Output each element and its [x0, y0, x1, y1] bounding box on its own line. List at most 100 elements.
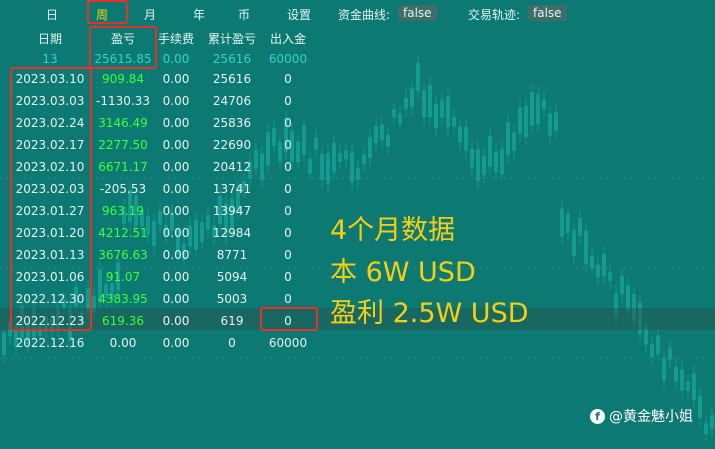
cumulative-cell: 0 [228, 336, 236, 350]
pnl-cell: 4383.95 [98, 292, 148, 306]
pnl-cell: -1130.33 [96, 94, 150, 108]
candle-body [446, 96, 450, 128]
active-tab-highlight-box [87, 0, 128, 24]
funds-curve-label: 资金曲线: [338, 8, 391, 22]
candle-body [494, 151, 498, 173]
candle-body [572, 229, 576, 257]
candle-body [656, 335, 660, 355]
date-cell: 2022.12.16 [15, 336, 85, 350]
cumulative-cell: 12984 [212, 226, 252, 240]
candle-body [326, 153, 330, 184]
candle-body [464, 127, 468, 151]
flow-cell: 0 [284, 94, 292, 108]
candle-body [668, 347, 672, 360]
candle-body [488, 135, 492, 167]
candle-body [338, 152, 342, 162]
candle-body [476, 149, 480, 181]
candle-body [344, 150, 348, 160]
candle-body [512, 132, 516, 151]
column-header: 日期 [37, 32, 62, 46]
candle-body [584, 230, 588, 265]
column-header: 手续费 [157, 32, 194, 46]
column-header: 出入金 [269, 32, 306, 46]
cumulative-cell: 25836 [212, 116, 252, 130]
cumulative-cell: 20412 [212, 160, 252, 174]
candle-body [392, 109, 396, 118]
candle-body [560, 208, 564, 237]
pnl-cell: 2277.50 [98, 138, 148, 152]
candle-body [440, 100, 444, 118]
fee-cell: 0.00 [162, 336, 190, 350]
candle-body [332, 143, 336, 173]
fee-cell: 0.00 [162, 204, 190, 218]
trade-track-label: 交易轨迹: [468, 8, 521, 22]
tab-coin[interactable]: 币 [238, 6, 250, 23]
fee-cell: 0.00 [162, 226, 190, 240]
candle-body [404, 97, 408, 109]
annotation-line-3: 盈利 2.5W USD [330, 298, 529, 329]
candle-body [596, 264, 600, 277]
fee-cell: 0.00 [162, 292, 190, 306]
candle-body [470, 149, 474, 167]
cumulative-cell: 13947 [212, 204, 252, 218]
flow-cell: 0 [284, 72, 292, 86]
candle-body [500, 148, 504, 175]
fee-cell: 0.00 [162, 160, 190, 174]
trade-track-toggle[interactable]: false [528, 5, 567, 21]
candle-body [416, 63, 420, 91]
cumulative-cell: 22690 [212, 138, 252, 152]
settings-button[interactable]: 设置 [287, 6, 311, 23]
candle-body [548, 113, 552, 136]
pnl-cell: 91.07 [105, 270, 141, 284]
cumulative-cell: 5094 [216, 270, 248, 284]
column-header: 累计盈亏 [207, 32, 256, 46]
flow-cell: 0 [284, 182, 292, 196]
candle-body [506, 122, 510, 156]
tab-month[interactable]: 月 [144, 6, 156, 23]
candle-body [578, 217, 582, 236]
cumulative-cell: 8771 [216, 248, 248, 262]
summary-cell: 60000 [268, 52, 308, 66]
fee-cell: 0.00 [162, 94, 190, 108]
summary-cell: 13 [42, 52, 58, 66]
candle-body [608, 272, 612, 281]
candle-body [368, 137, 372, 159]
candle-body [386, 134, 390, 147]
candle-body [434, 103, 438, 129]
candle-body [362, 154, 366, 165]
summary-cell: 0.00 [162, 52, 190, 66]
candle-body [680, 369, 684, 391]
candle-body [662, 358, 666, 382]
candle-body [626, 285, 630, 311]
candle-body [410, 88, 414, 108]
fee-cell: 0.00 [162, 116, 190, 130]
candle-body [374, 126, 378, 144]
candle-body [320, 153, 324, 181]
candle-body [536, 94, 540, 124]
pnl-cell: 0.00 [109, 336, 137, 350]
pnl-total-highlight-box [89, 26, 157, 69]
flow-cell: 0 [284, 248, 292, 262]
candle-body [524, 105, 528, 138]
funds-curve-toggle[interactable]: false [398, 5, 437, 21]
candle-body [554, 112, 558, 131]
candle-body [704, 423, 708, 434]
candle-body [674, 366, 678, 382]
candle-body [398, 113, 402, 124]
tab-year[interactable]: 年 [193, 6, 205, 23]
candle-body [356, 168, 360, 180]
pnl-cell: 619.36 [102, 314, 144, 328]
summary-cell: 25616 [212, 52, 252, 66]
pnl-cell: -205.53 [99, 182, 147, 196]
facebook-icon: f [590, 408, 605, 424]
tab-day[interactable]: 日 [46, 6, 58, 23]
watermark: f @黄金魅小姐 [590, 406, 693, 426]
cumulative-cell: 13741 [212, 182, 252, 196]
candle-body [692, 372, 696, 401]
fee-cell: 0.00 [162, 182, 190, 196]
candle-body [698, 395, 702, 419]
candle-body [350, 152, 354, 183]
annotation-line-1: 4个月数据 [330, 215, 456, 246]
pnl-cell: 4212.51 [98, 226, 148, 240]
candle-body [458, 126, 462, 143]
